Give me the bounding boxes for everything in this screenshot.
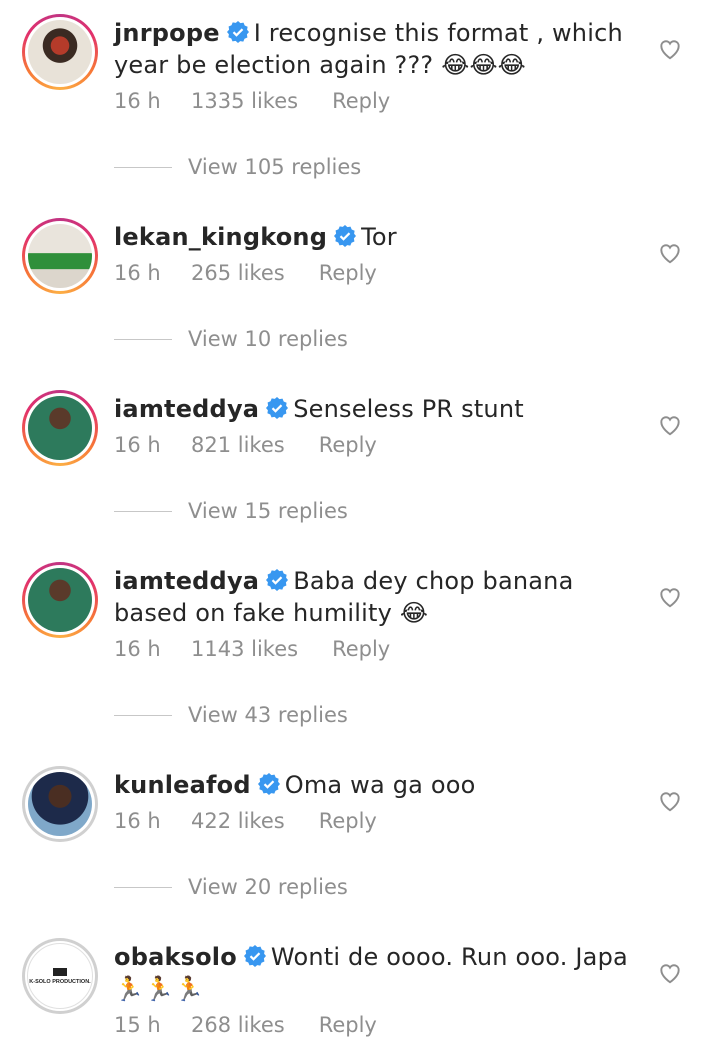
comment-username[interactable]: kunleafod: [114, 771, 251, 799]
user-avatar-icon: [28, 396, 92, 460]
verified-badge-icon: [243, 945, 266, 967]
verified-badge-icon: [257, 773, 280, 795]
view-replies-label: View 10 replies: [188, 327, 348, 351]
comment-likes[interactable]: 422 likes: [191, 809, 285, 833]
avatar[interactable]: [22, 14, 98, 90]
comment-likes[interactable]: 268 likes: [191, 1013, 285, 1037]
verified-badge-icon: [266, 397, 289, 419]
divider: [114, 166, 172, 168]
avatar[interactable]: [22, 390, 98, 466]
reply-button[interactable]: Reply: [319, 261, 377, 285]
like-heart-icon[interactable]: [657, 240, 683, 266]
comment-text: lekan_kingkong Tor: [114, 221, 634, 253]
view-replies-label: View 43 replies: [188, 703, 348, 727]
comment-username[interactable]: jnrpope: [114, 19, 220, 47]
user-avatar-icon: [28, 772, 92, 836]
comment-time: 16 h: [114, 433, 161, 457]
comment-time: 15 h: [114, 1013, 161, 1037]
reply-button[interactable]: Reply: [319, 433, 377, 457]
view-replies-button[interactable]: View 20 replies: [114, 875, 348, 899]
verified-badge-icon: [334, 225, 357, 247]
view-replies-button[interactable]: View 10 replies: [114, 327, 348, 351]
comment-username[interactable]: obaksolo: [114, 943, 237, 971]
reply-button[interactable]: Reply: [319, 1013, 377, 1037]
comment-body: Tor: [361, 223, 397, 251]
like-heart-icon[interactable]: [657, 412, 683, 438]
divider: [114, 886, 172, 888]
view-replies-button[interactable]: View 15 replies: [114, 499, 348, 523]
view-replies-label: View 105 replies: [188, 155, 362, 179]
comment-text: iamteddya Baba dey chop banana based on f…: [114, 565, 634, 629]
comment-likes[interactable]: 265 likes: [191, 261, 285, 285]
comment-text: jnrpope I recognise this format , which y…: [114, 17, 634, 81]
divider: [114, 510, 172, 512]
comment-text: iamteddya Senseless PR stunt: [114, 393, 634, 425]
like-heart-icon[interactable]: [657, 584, 683, 610]
comment-username[interactable]: iamteddya: [114, 395, 259, 423]
reply-button[interactable]: Reply: [332, 89, 390, 113]
user-avatar-icon: [28, 20, 92, 84]
avatar[interactable]: [22, 218, 98, 294]
like-heart-icon[interactable]: [657, 788, 683, 814]
comment-time: 16 h: [114, 89, 161, 113]
comment-username[interactable]: iamteddya: [114, 567, 259, 595]
comment-likes[interactable]: 1335 likes: [191, 89, 298, 113]
comment-time: 16 h: [114, 809, 161, 833]
avatar[interactable]: [22, 766, 98, 842]
reply-button[interactable]: Reply: [332, 637, 390, 661]
like-heart-icon[interactable]: [657, 960, 683, 986]
like-heart-icon[interactable]: [657, 36, 683, 62]
comment-likes[interactable]: 1143 likes: [191, 637, 298, 661]
comment-time: 16 h: [114, 261, 161, 285]
comment-likes[interactable]: 821 likes: [191, 433, 285, 457]
view-replies-label: View 15 replies: [188, 499, 348, 523]
divider: [114, 338, 172, 340]
avatar[interactable]: K-SOLO PRODUCTION.: [22, 938, 98, 1014]
comment-text: obaksolo Wonti de oooo. Run ooo. Japa 🏃🏃🏃: [114, 941, 634, 1005]
reply-button[interactable]: Reply: [319, 809, 377, 833]
verified-badge-icon: [266, 569, 289, 591]
view-replies-button[interactable]: View 43 replies: [114, 703, 348, 727]
comment-text: kunleafod Oma wa ga ooo: [114, 769, 634, 801]
user-avatar-icon: [28, 568, 92, 632]
comment-username[interactable]: lekan_kingkong: [114, 223, 327, 251]
view-replies-button[interactable]: View 105 replies: [114, 155, 361, 179]
comment-body: Oma wa ga ooo: [284, 771, 476, 799]
comment-time: 16 h: [114, 637, 161, 661]
user-avatar-icon: [28, 224, 92, 288]
view-replies-label: View 20 replies: [188, 875, 348, 899]
avatar-logo-text: K-SOLO PRODUCTION.: [29, 978, 91, 985]
verified-badge-icon: [226, 21, 249, 43]
divider: [114, 714, 172, 716]
avatar[interactable]: [22, 562, 98, 638]
comment-body: Senseless PR stunt: [293, 395, 524, 423]
brand-logo-icon: K-SOLO PRODUCTION.: [27, 943, 93, 1009]
